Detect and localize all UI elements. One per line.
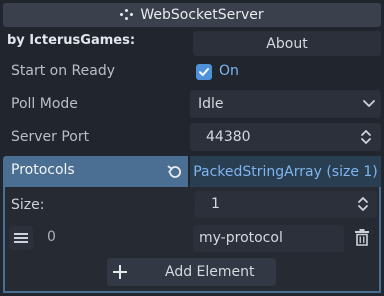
array-item-value: my-protocol — [199, 230, 283, 246]
about-button[interactable]: About — [193, 31, 381, 56]
poll-mode-dropdown[interactable]: Idle — [190, 90, 381, 118]
spin-arrows-icon[interactable] — [357, 195, 369, 213]
protocols-label: Protocols — [11, 162, 75, 178]
array-item-input[interactable]: my-protocol — [193, 225, 344, 252]
trash-icon[interactable] — [354, 229, 370, 246]
drag-handle[interactable] — [9, 226, 33, 250]
protocols-array-toggle[interactable]: PackedStringArray (size 1) — [190, 156, 381, 187]
start-on-ready-value[interactable]: On — [219, 63, 239, 79]
revert-icon[interactable] — [167, 164, 183, 180]
array-size-value: 1 — [211, 196, 220, 212]
node-title: WebSocketServer — [140, 7, 264, 23]
server-port-spinbox[interactable]: 44380 — [190, 123, 381, 151]
server-port-value: 44380 — [206, 129, 251, 145]
chevron-down-icon — [363, 100, 375, 107]
server-port-label: Server Port — [11, 129, 90, 145]
spin-arrows-icon[interactable] — [360, 128, 372, 146]
start-on-ready-checkbox[interactable] — [196, 64, 212, 80]
hamburger-icon — [14, 233, 28, 243]
poll-mode-value: Idle — [198, 96, 224, 112]
author-byline: by IcterusGames: — [7, 33, 136, 48]
checkmark-icon — [199, 68, 209, 76]
node-graph-icon — [120, 9, 134, 21]
array-size-spinbox[interactable]: 1 — [195, 191, 377, 218]
inspector-title-bar: WebSocketServer — [3, 3, 381, 27]
add-element-button[interactable]: Add Element — [107, 258, 276, 286]
add-element-label: Add Element — [165, 264, 255, 280]
start-on-ready-label: Start on Ready — [11, 63, 116, 79]
poll-mode-label: Poll Mode — [11, 96, 78, 112]
array-item-index: 0 — [47, 229, 56, 245]
array-size-label: Size: — [11, 197, 45, 213]
plus-icon — [113, 265, 127, 279]
